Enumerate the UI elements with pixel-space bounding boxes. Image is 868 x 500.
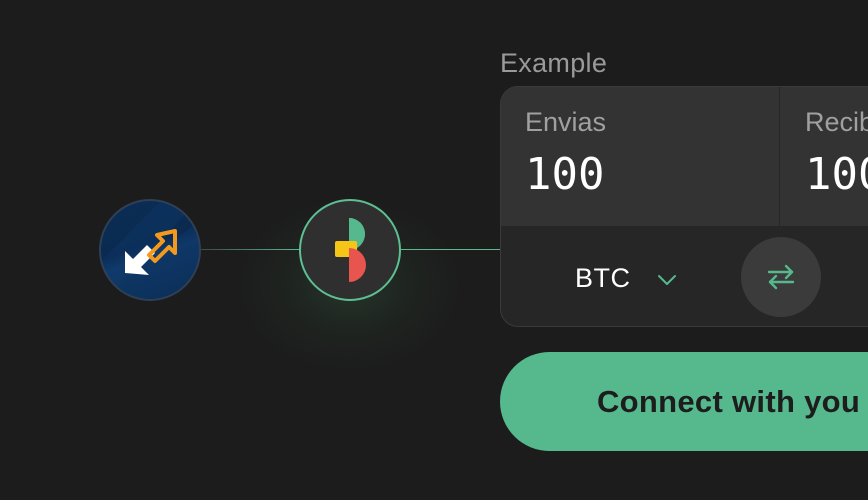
receive-label: Recib [805, 107, 868, 137]
wallet-logo-icon [335, 218, 366, 282]
example-label: Example [500, 48, 608, 78]
send-label: Envias [525, 107, 607, 137]
currency-row: BTC [501, 226, 868, 326]
exchange-node [99, 199, 201, 301]
exchange-logo-icon [101, 201, 199, 299]
connector-line-wallet-card [400, 249, 500, 250]
connect-button[interactable]: Connect with you [500, 352, 868, 451]
connect-button-label: Connect with you [597, 383, 861, 419]
currency-code: BTC [575, 262, 631, 293]
flow-stage: Example Envias 100 Recib 100 BTC [0, 0, 868, 500]
swap-button[interactable] [741, 237, 821, 317]
send-field[interactable]: Envias 100 [501, 87, 780, 226]
currency-select[interactable]: BTC [575, 258, 677, 298]
chevron-down-icon [657, 275, 676, 285]
amount-row: Envias 100 Recib 100 [501, 87, 868, 226]
receive-amount[interactable]: 100 [805, 149, 868, 200]
send-amount[interactable]: 100 [525, 149, 604, 200]
connector-line-exchange-wallet [200, 249, 300, 250]
exchange-card: Envias 100 Recib 100 BTC [500, 86, 868, 327]
wallet-node [299, 199, 401, 301]
swap-arrows-icon [767, 264, 795, 290]
receive-field[interactable]: Recib 100 [781, 87, 868, 226]
